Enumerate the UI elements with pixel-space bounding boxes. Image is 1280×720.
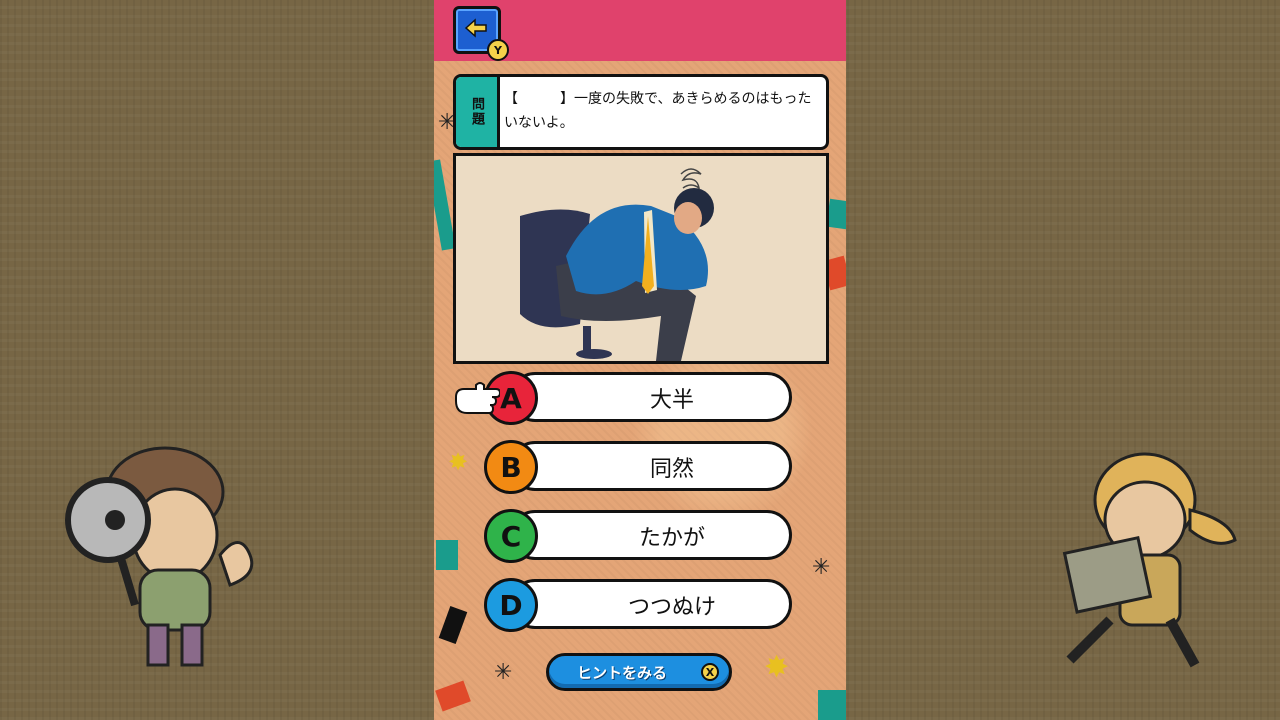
- star-doodle-icon: ✳: [494, 660, 513, 685]
- choice-a[interactable]: 大半 A: [484, 371, 794, 425]
- choice-c-text: たかが: [638, 526, 705, 551]
- choice-b-letter: B: [484, 440, 538, 494]
- sparkle-doodle-icon: ✸: [764, 650, 790, 685]
- choice-b[interactable]: 同然 B: [484, 440, 794, 494]
- star-doodle-icon: ✳: [812, 555, 831, 580]
- question-box: 問題 【 】一度の失敗で、あきらめるのはもったいないよ。: [453, 74, 829, 150]
- sparkle-doodle-icon: ✸: [448, 448, 469, 476]
- y-button-badge: Y: [487, 39, 509, 61]
- reading-girl-character-illustration: [1062, 452, 1237, 668]
- choice-d-letter: D: [484, 578, 538, 632]
- show-hint-button[interactable]: ヒントをみる X: [546, 653, 732, 691]
- deco-stripe: [826, 198, 846, 230]
- hint-label: ヒントをみる: [576, 663, 667, 682]
- arrow-left-icon: [464, 18, 487, 38]
- deco-stripe: [436, 540, 458, 570]
- choice-a-text: 大半: [649, 388, 694, 413]
- question-illustration: [453, 153, 829, 364]
- choice-d[interactable]: つつぬけ D: [484, 578, 794, 632]
- choice-c-letter: C: [484, 509, 538, 563]
- pointing-hand-cursor-icon: [455, 382, 500, 414]
- x-button-badge: X: [701, 663, 719, 681]
- choice-d-text: つつぬけ: [627, 595, 716, 620]
- game-screen: ✳ ✳ ✳ ✸ ✸ Y 問題 【 】一度の失敗で、あきらめるのはもったいないよ。: [434, 0, 846, 720]
- detective-character-illustration: [65, 446, 254, 667]
- top-bar: Y: [434, 0, 846, 61]
- question-text: 【 】一度の失敗で、あきらめるのはもったいないよ。: [504, 91, 812, 131]
- choice-c[interactable]: たかが C: [484, 509, 794, 563]
- choice-b-text: 同然: [649, 457, 694, 482]
- question-tag: 問題: [456, 77, 500, 147]
- worried-man-illustration: [520, 168, 714, 361]
- deco-stripe: [818, 690, 846, 720]
